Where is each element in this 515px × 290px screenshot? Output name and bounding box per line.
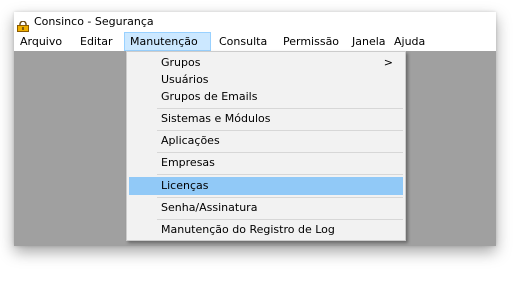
menu-item-aplicacoes[interactable]: Aplicações — [127, 132, 405, 150]
menu-editar[interactable]: Editar — [75, 32, 118, 51]
menu-item-empresas[interactable]: Empresas — [127, 154, 405, 172]
menu-separator — [157, 174, 403, 175]
manutencao-dropdown-menu: Grupos > Usuários Grupos de Emails Siste… — [126, 51, 406, 241]
menu-item-licencas[interactable]: Licenças — [129, 177, 403, 195]
menu-item-senha-assinatura[interactable]: Senha/Assinatura — [127, 199, 405, 217]
menu-separator — [157, 197, 403, 198]
menu-separator — [157, 108, 403, 109]
menu-manutencao[interactable]: Manutenção — [124, 32, 211, 51]
lock-icon — [17, 17, 29, 32]
title-bar: Consinco - Segurança — [14, 12, 496, 32]
menu-item-usuarios[interactable]: Usuários — [127, 71, 405, 89]
menu-item-label: Grupos — [161, 56, 201, 69]
menu-separator — [157, 152, 403, 153]
menu-item-grupos-de-emails[interactable]: Grupos de Emails — [127, 88, 405, 106]
menu-bar: Arquivo Editar Manutenção Consulta Permi… — [14, 32, 496, 51]
menu-ajuda[interactable]: Ajuda — [389, 32, 430, 51]
menu-item-grupos[interactable]: Grupos > — [127, 54, 405, 72]
menu-item-sistemas-e-modulos[interactable]: Sistemas e Módulos — [127, 110, 405, 128]
window-title: Consinco - Segurança — [34, 15, 154, 28]
menu-arquivo[interactable]: Arquivo — [15, 32, 67, 51]
submenu-arrow-icon: > — [383, 56, 393, 69]
menu-janela[interactable]: Janela — [347, 32, 391, 51]
menu-item-manutencao-registro-log[interactable]: Manutenção do Registro de Log — [127, 221, 405, 239]
menu-permissao[interactable]: Permissão — [278, 32, 344, 51]
menu-separator — [157, 219, 403, 220]
app-window: Consinco - Segurança Arquivo Editar Manu… — [14, 12, 496, 246]
menu-consulta[interactable]: Consulta — [214, 32, 272, 51]
menu-separator — [157, 130, 403, 131]
